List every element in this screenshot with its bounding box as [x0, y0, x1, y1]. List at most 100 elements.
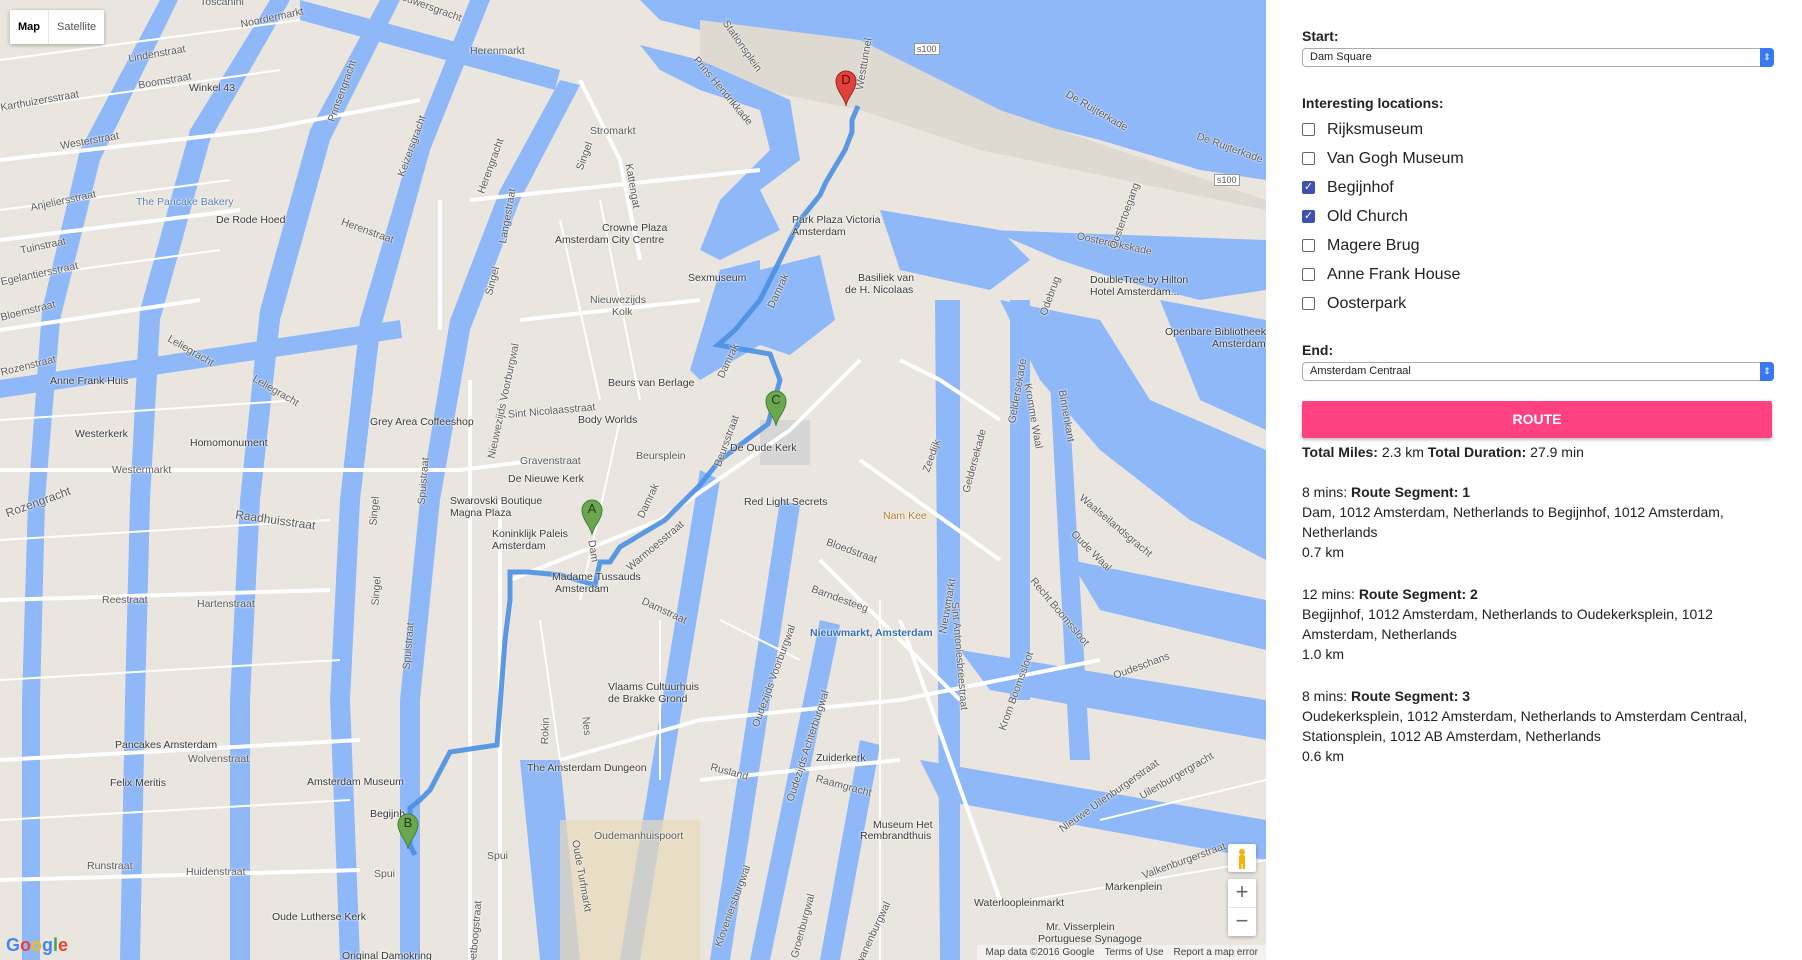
map-label: Singel — [369, 575, 384, 607]
end-label: End: — [1302, 342, 1334, 358]
map-marker-b[interactable]: B — [396, 812, 420, 850]
location-checkbox[interactable] — [1302, 297, 1315, 310]
location-label: Anne Frank House — [1327, 265, 1461, 283]
poi-label: Grey Area Coffeeshop — [370, 416, 474, 428]
segment-distance: 1.0 km — [1302, 646, 1345, 662]
map-label: Westermarkt — [112, 464, 172, 476]
location-option[interactable]: Magere Brug — [1302, 231, 1766, 260]
location-label: Oosterpark — [1327, 294, 1407, 312]
map-label: Runstraat — [87, 860, 133, 872]
location-option[interactable]: Oosterpark — [1302, 289, 1766, 318]
poi-label: De Nieuwe Kerk — [508, 473, 584, 485]
location-checkbox[interactable] — [1302, 210, 1315, 223]
poi-label: Portuguese Synagoge — [1038, 933, 1142, 945]
poi-label: De Oude Kerk — [730, 442, 797, 454]
segment-time: 8 mins: — [1302, 688, 1348, 704]
total-miles-label: Total Miles: — [1302, 444, 1378, 460]
poi-label: Vlaams Cultuurhuis — [608, 681, 700, 693]
poi-label: The Amsterdam Dungeon — [527, 762, 647, 774]
start-select[interactable]: Dam Square ⇕ — [1302, 48, 1774, 67]
poi-label: Markenplein — [1105, 881, 1163, 893]
map-view[interactable]: Toscanini Noordermarkt Lindenstraat Boom… — [0, 0, 1266, 960]
map-label: Oudemanhuispoort — [594, 830, 684, 842]
location-checkbox[interactable] — [1302, 268, 1315, 281]
poi-label: Crowne Plaza — [602, 222, 668, 234]
map-label: Huidenstraat — [186, 866, 246, 878]
marker-label: B — [403, 815, 413, 830]
location-option[interactable]: Rijksmuseum — [1302, 115, 1766, 144]
poi-label: Winkel 43 — [189, 82, 236, 94]
location-label: Magere Brug — [1327, 236, 1420, 254]
map-label: Toscanini — [200, 0, 244, 8]
map-label: Stromarkt — [590, 125, 636, 137]
segment-description: Begijnhof, 1012 Amsterdam, Netherlands t… — [1302, 606, 1713, 642]
location-option[interactable]: Anne Frank House — [1302, 260, 1766, 289]
location-checkbox[interactable] — [1302, 181, 1315, 194]
map-marker-c[interactable]: C — [764, 389, 788, 427]
poi-label: De Rode Hoed — [216, 214, 286, 226]
zoom-in-button[interactable]: + — [1228, 879, 1256, 907]
segment-description: Dam, 1012 Amsterdam, Netherlands to Begi… — [1302, 504, 1724, 540]
zoom-control: + − — [1228, 879, 1256, 936]
segment-distance: 0.7 km — [1302, 544, 1345, 560]
map-marker-d[interactable]: D — [834, 69, 858, 107]
road-shield: s100 — [914, 43, 940, 55]
location-checkbox[interactable] — [1302, 123, 1315, 136]
terms-link[interactable]: Terms of Use — [1105, 947, 1164, 958]
poi-label: Homomonument — [190, 437, 268, 449]
location-label: Begijnhof — [1327, 178, 1394, 196]
route-panel: Start: Dam Square ⇕ Interesting location… — [1266, 0, 1802, 960]
segment-title: Route Segment: 2 — [1358, 586, 1478, 602]
map-marker-a[interactable]: A — [580, 498, 604, 536]
google-logo[interactable]: Google — [6, 935, 68, 956]
poi-label: Openbare Bibliotheek — [1165, 326, 1266, 338]
poi-label: Rembrandthuis — [860, 830, 932, 842]
route-segment: 8 mins: Route Segment: 3 Oudekerksplein,… — [1302, 686, 1766, 766]
poi-label: Koninklijk Paleis — [492, 528, 568, 540]
location-label: Van Gogh Museum — [1327, 149, 1464, 167]
report-error-link[interactable]: Report a map error — [1174, 947, 1258, 958]
end-select[interactable]: Amsterdam Centraal ⇕ — [1302, 362, 1774, 381]
map-type-map-button[interactable]: Map — [10, 10, 48, 44]
poi-label: Pancakes Amsterdam — [115, 739, 218, 751]
poi-label: Felix Meritis — [110, 777, 167, 789]
start-select-value: Dam Square — [1310, 51, 1372, 63]
map-footer: Map data ©2016 Google Terms of Use Repor… — [977, 945, 1266, 960]
total-miles-value: 2.3 km — [1381, 444, 1424, 460]
road-shield: s100 — [1214, 174, 1240, 186]
street-view-pegman-icon[interactable] — [1228, 844, 1256, 872]
poi-label: Amsterdam — [1212, 338, 1266, 350]
segment-title: Route Segment: 1 — [1351, 484, 1471, 500]
segment-time: 12 mins: — [1302, 586, 1355, 602]
route-button[interactable]: ROUTE — [1302, 401, 1772, 438]
location-option[interactable]: Old Church — [1302, 202, 1766, 231]
location-label: Old Church — [1327, 207, 1408, 225]
map-type-satellite-button[interactable]: Satellite — [48, 10, 104, 44]
locations-list: Rijksmuseum Van Gogh Museum Begijnhof Ol… — [1302, 115, 1766, 318]
location-option[interactable]: Van Gogh Museum — [1302, 144, 1766, 173]
locations-label: Interesting locations: — [1302, 95, 1444, 111]
route-segment: 12 mins: Route Segment: 2 Begijnhof, 101… — [1302, 584, 1766, 664]
location-checkbox[interactable] — [1302, 239, 1315, 252]
location-checkbox[interactable] — [1302, 152, 1315, 165]
select-arrow-icon: ⇕ — [1760, 362, 1774, 381]
zoom-out-button[interactable]: − — [1228, 907, 1256, 936]
map-label: Herenmarkt — [470, 45, 525, 57]
poi-label: Amsterdam City Centre — [555, 234, 665, 246]
location-label: Rijksmuseum — [1327, 120, 1424, 138]
poi-label: Madame Tussauds — [552, 571, 641, 583]
poi-label: Sexmuseum — [688, 272, 747, 284]
poi-label: Zuiderkerk — [816, 752, 866, 764]
select-arrow-icon: ⇕ — [1760, 48, 1774, 67]
poi-label: Nieuwmarkt, Amsterdam — [810, 627, 933, 639]
location-option[interactable]: Begijnhof — [1302, 173, 1766, 202]
map-label: Reestraat — [102, 594, 148, 606]
poi-label: Anne Frank Huis — [50, 375, 129, 387]
map-type-control: Map Satellite — [10, 10, 105, 44]
poi-label: Hotel Amsterdam... — [1090, 286, 1180, 298]
segment-distance: 0.6 km — [1302, 748, 1345, 764]
poi-label: Amsterdam — [555, 583, 609, 595]
map-label: Spui — [374, 868, 396, 880]
map-label: Gravenstraat — [520, 455, 581, 467]
map-label: Wolvenstraat — [188, 753, 250, 765]
